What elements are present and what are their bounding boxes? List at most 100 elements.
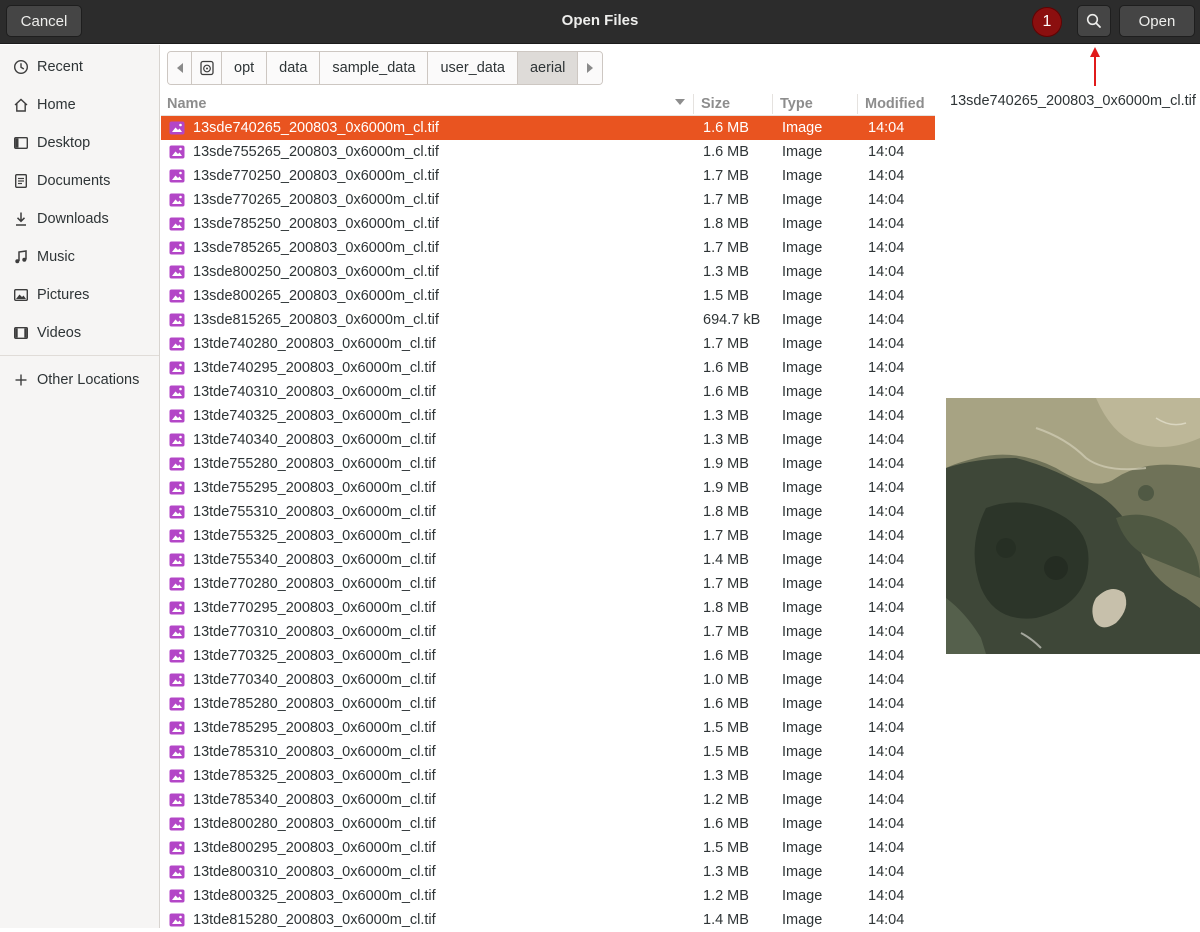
file-row[interactable]: 13tde785280_200803_0x6000m_cl.tif 1.6 MB I… xyxy=(161,692,935,716)
file-type: Image xyxy=(782,528,823,544)
file-type: Image xyxy=(782,648,823,664)
file-type: Image xyxy=(782,312,823,328)
file-name: 13sde800265_200803_0x6000m_cl.tif xyxy=(193,288,439,304)
sidebar-item-other-locations[interactable]: Other Locations xyxy=(0,361,159,399)
image-file-icon xyxy=(169,144,185,160)
file-row[interactable]: 13tde740310_200803_0x6000m_cl.tif 1.6 MB I… xyxy=(161,380,935,404)
file-size: 1.4 MB xyxy=(703,552,749,568)
sidebar-item-downloads[interactable]: Downloads xyxy=(0,200,159,238)
sidebar-item-desktop[interactable]: Desktop xyxy=(0,124,159,162)
search-button[interactable] xyxy=(1077,5,1111,37)
file-row[interactable]: 13tde785310_200803_0x6000m_cl.tif 1.5 MB I… xyxy=(161,740,935,764)
file-name: 13tde740280_200803_0x6000m_cl.tif xyxy=(193,336,436,352)
image-file-icon xyxy=(169,864,185,880)
file-row[interactable]: 13sde755265_200803_0x6000m_cl.tif 1.6 MB I… xyxy=(161,140,935,164)
file-modified: 14:04 xyxy=(868,384,905,400)
file-row[interactable]: 13tde785340_200803_0x6000m_cl.tif 1.2 MB I… xyxy=(161,788,935,812)
file-size: 1.5 MB xyxy=(703,288,749,304)
path-root-button[interactable] xyxy=(192,52,222,84)
file-row[interactable]: 13sde770265_200803_0x6000m_cl.tif 1.7 MB I… xyxy=(161,188,935,212)
file-type: Image xyxy=(782,192,823,208)
file-row[interactable]: 13sde800265_200803_0x6000m_cl.tif 1.5 MB I… xyxy=(161,284,935,308)
file-row[interactable]: 13tde740295_200803_0x6000m_cl.tif 1.6 MB I… xyxy=(161,356,935,380)
file-size: 1.8 MB xyxy=(703,216,749,232)
file-row[interactable]: 13sde800250_200803_0x6000m_cl.tif 1.3 MB I… xyxy=(161,260,935,284)
path-segment-opt[interactable]: opt xyxy=(222,52,268,84)
file-row[interactable]: 13tde740325_200803_0x6000m_cl.tif 1.3 MB I… xyxy=(161,404,935,428)
file-row[interactable]: 13tde800325_200803_0x6000m_cl.tif 1.2 MB I… xyxy=(161,884,935,908)
file-modified: 14:04 xyxy=(868,216,905,232)
file-name: 13tde800295_200803_0x6000m_cl.tif xyxy=(193,840,436,856)
column-divider xyxy=(857,94,858,114)
file-row[interactable]: 13tde770325_200803_0x6000m_cl.tif 1.6 MB I… xyxy=(161,644,935,668)
file-row[interactable]: 13tde755325_200803_0x6000m_cl.tif 1.7 MB I… xyxy=(161,524,935,548)
file-list[interactable]: Name Size Type Modified 13sde740265_2008… xyxy=(161,92,935,928)
path-segment-sample-data[interactable]: sample_data xyxy=(320,52,429,84)
dialog-title: Open Files xyxy=(561,12,639,29)
file-modified: 14:04 xyxy=(868,456,905,472)
sidebar-item-music[interactable]: Music xyxy=(0,238,159,276)
image-file-icon xyxy=(169,624,185,640)
sidebar-item-home[interactable]: Home xyxy=(0,86,159,124)
image-file-icon xyxy=(169,768,185,784)
chevron-right-icon xyxy=(587,63,594,73)
file-row[interactable]: 13tde740280_200803_0x6000m_cl.tif 1.7 MB I… xyxy=(161,332,935,356)
column-header-name[interactable]: Name xyxy=(167,96,207,112)
file-row[interactable]: 13tde770295_200803_0x6000m_cl.tif 1.8 MB I… xyxy=(161,596,935,620)
file-row[interactable]: 13tde755310_200803_0x6000m_cl.tif 1.8 MB I… xyxy=(161,500,935,524)
file-type: Image xyxy=(782,384,823,400)
file-row[interactable]: 13tde755280_200803_0x6000m_cl.tif 1.9 MB I… xyxy=(161,452,935,476)
file-row[interactable]: 13tde785295_200803_0x6000m_cl.tif 1.5 MB I… xyxy=(161,716,935,740)
path-segment-data[interactable]: data xyxy=(267,52,321,84)
image-file-icon xyxy=(169,432,185,448)
file-row[interactable]: 13tde755295_200803_0x6000m_cl.tif 1.9 MB I… xyxy=(161,476,935,500)
file-row[interactable]: 13tde740340_200803_0x6000m_cl.tif 1.3 MB I… xyxy=(161,428,935,452)
file-row[interactable]: 13tde755340_200803_0x6000m_cl.tif 1.4 MB I… xyxy=(161,548,935,572)
file-name: 13tde770280_200803_0x6000m_cl.tif xyxy=(193,576,436,592)
file-type: Image xyxy=(782,264,823,280)
column-header-type[interactable]: Type xyxy=(780,96,813,112)
file-row[interactable]: 13sde785250_200803_0x6000m_cl.tif 1.8 MB I… xyxy=(161,212,935,236)
sidebar-item-pictures[interactable]: Pictures xyxy=(0,276,159,314)
file-row[interactable]: 13sde770250_200803_0x6000m_cl.tif 1.7 MB I… xyxy=(161,164,935,188)
file-row[interactable]: 13tde770280_200803_0x6000m_cl.tif 1.7 MB I… xyxy=(161,572,935,596)
document-icon xyxy=(11,173,31,189)
file-name: 13tde785325_200803_0x6000m_cl.tif xyxy=(193,768,436,784)
file-row[interactable]: 13tde770310_200803_0x6000m_cl.tif 1.7 MB I… xyxy=(161,620,935,644)
file-row[interactable]: 13tde815280_200803_0x6000m_cl.tif 1.4 MB I… xyxy=(161,908,935,932)
image-file-icon xyxy=(169,672,185,688)
path-scroll-right-button[interactable] xyxy=(578,52,603,84)
cancel-button[interactable]: Cancel xyxy=(6,5,82,37)
file-modified: 14:04 xyxy=(868,720,905,736)
file-type: Image xyxy=(782,768,823,784)
file-size: 1.5 MB xyxy=(703,840,749,856)
file-type: Image xyxy=(782,912,823,928)
file-row[interactable]: 13tde770340_200803_0x6000m_cl.tif 1.0 MB I… xyxy=(161,668,935,692)
file-row[interactable]: 13tde785325_200803_0x6000m_cl.tif 1.3 MB I… xyxy=(161,764,935,788)
file-size: 1.6 MB xyxy=(703,360,749,376)
file-row[interactable]: 13tde800280_200803_0x6000m_cl.tif 1.6 MB I… xyxy=(161,812,935,836)
home-icon xyxy=(11,97,31,113)
path-scroll-left-button[interactable] xyxy=(168,52,192,84)
file-name: 13sde785250_200803_0x6000m_cl.tif xyxy=(193,216,439,232)
file-row[interactable]: 13sde815265_200803_0x6000m_cl.tif 694.7 k… xyxy=(161,308,935,332)
sidebar-item-recent[interactable]: Recent xyxy=(0,48,159,86)
path-segment-aerial[interactable]: aerial xyxy=(517,52,579,84)
file-name: 13tde785295_200803_0x6000m_cl.tif xyxy=(193,720,436,736)
column-header-size[interactable]: Size xyxy=(701,96,730,112)
path-segment-user-data[interactable]: user_data xyxy=(428,52,518,84)
sidebar-item-documents[interactable]: Documents xyxy=(0,162,159,200)
file-modified: 14:04 xyxy=(868,768,905,784)
chevron-left-icon xyxy=(176,63,183,73)
file-modified: 14:04 xyxy=(868,888,905,904)
open-button[interactable]: Open xyxy=(1119,5,1195,37)
file-row[interactable]: 13sde785265_200803_0x6000m_cl.tif 1.7 MB I… xyxy=(161,236,935,260)
sidebar-item-videos[interactable]: Videos xyxy=(0,314,159,352)
file-row[interactable]: 13tde800295_200803_0x6000m_cl.tif 1.5 MB I… xyxy=(161,836,935,860)
column-header-modified[interactable]: Modified xyxy=(865,96,925,112)
image-file-icon xyxy=(169,312,185,328)
file-size: 694.7 kB xyxy=(703,312,761,328)
file-row[interactable]: 13tde800310_200803_0x6000m_cl.tif 1.3 MB I… xyxy=(161,860,935,884)
file-row[interactable]: 13sde740265_200803_0x6000m_cl.tif 1.6 MB I… xyxy=(161,116,935,140)
file-modified: 14:04 xyxy=(868,624,905,640)
